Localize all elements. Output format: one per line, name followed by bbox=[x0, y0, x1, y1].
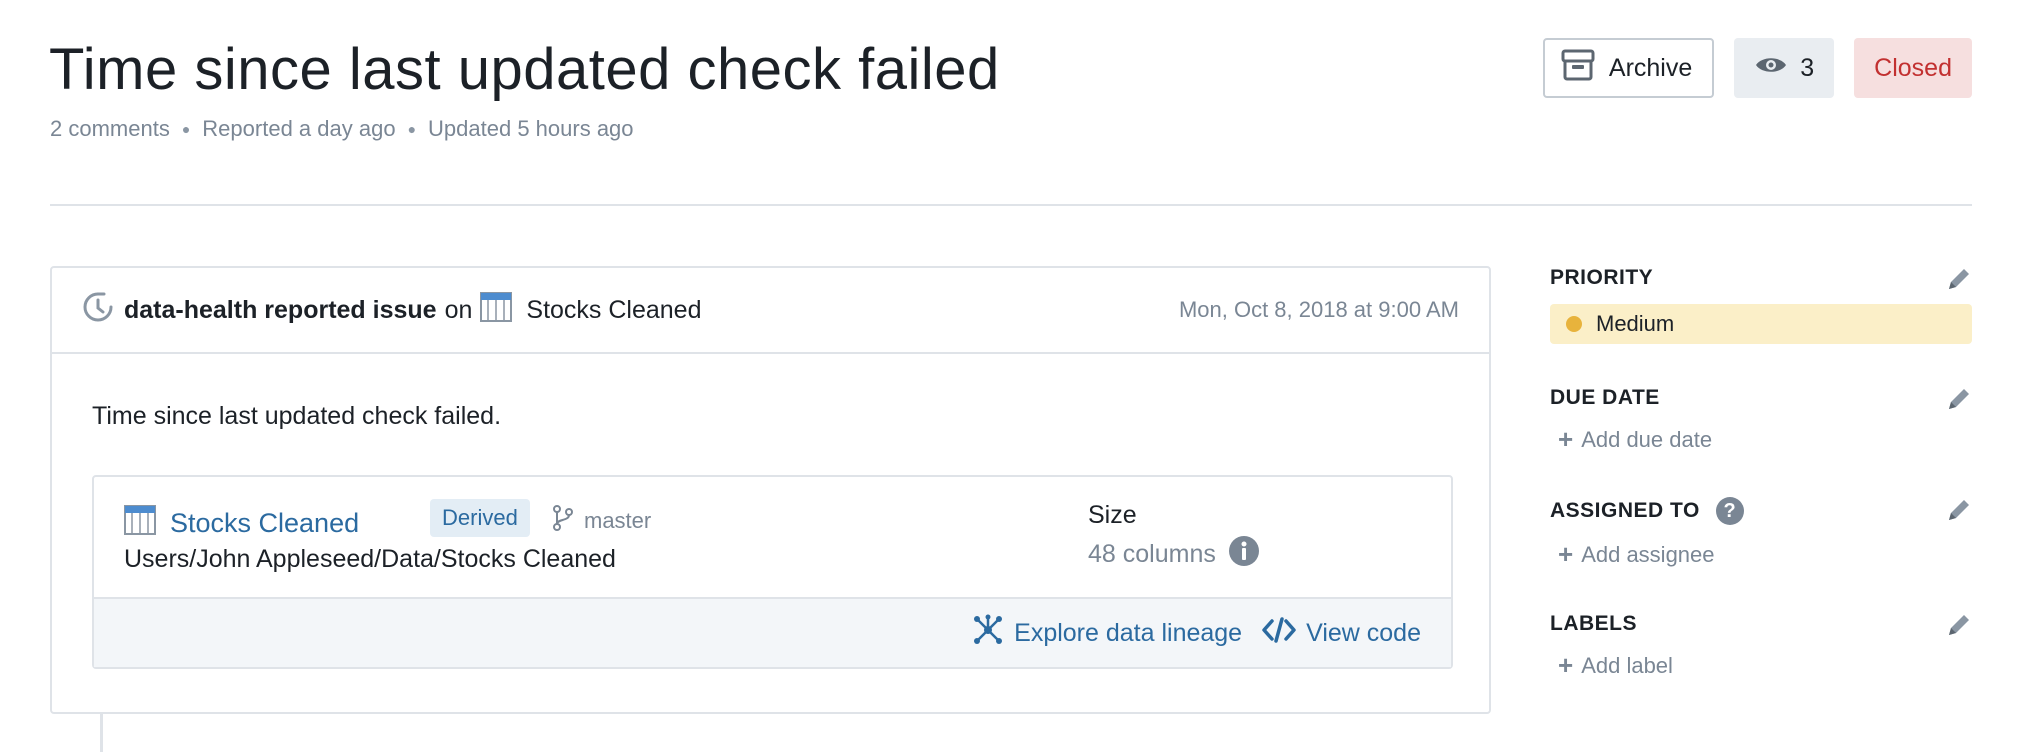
add-due-date-link[interactable]: + Add due date bbox=[1558, 424, 1972, 455]
priority-title-text: PRIORITY bbox=[1550, 266, 1654, 289]
event-actor[interactable]: data-health reported issue bbox=[124, 296, 437, 325]
timeline-connector bbox=[100, 714, 103, 752]
derived-badge: Derived bbox=[430, 499, 530, 537]
issue-event-card: data-health reported issue on Stocks Cle… bbox=[50, 266, 1491, 714]
eye-icon bbox=[1754, 54, 1788, 83]
add-label-link[interactable]: + Add label bbox=[1558, 650, 1972, 681]
issue-page: Time since last updated check failed 2 c… bbox=[0, 0, 2022, 752]
add-label-label: Add label bbox=[1581, 652, 1673, 678]
archive-icon bbox=[1561, 49, 1595, 88]
branch-name: master bbox=[584, 508, 652, 533]
issue-meta: 2 comments ● Reported a day ago ● Update… bbox=[50, 116, 634, 142]
watchers-button[interactable]: 3 bbox=[1734, 38, 1835, 98]
branch-indicator: master bbox=[552, 505, 651, 537]
code-icon bbox=[1262, 616, 1296, 650]
health-check-icon bbox=[82, 291, 114, 330]
event-timestamp: Mon, Oct 8, 2018 at 9:00 AM bbox=[1178, 297, 1459, 322]
size-label: Size bbox=[1088, 501, 1137, 529]
help-icon[interactable]: ? bbox=[1715, 497, 1744, 525]
dataset-preview-info: Stocks Cleaned Derived master Users/John… bbox=[94, 477, 1451, 597]
assigned-title: ASSIGNED TO ? bbox=[1550, 497, 1972, 525]
add-due-date-label: Add due date bbox=[1581, 426, 1713, 452]
priority-value[interactable]: Medium bbox=[1550, 304, 1972, 344]
assigned-section: ASSIGNED TO ? + Add assignee bbox=[1550, 497, 1972, 570]
header-actions: Archive 3 Closed bbox=[1542, 38, 1972, 98]
event-on: on bbox=[444, 295, 473, 324]
priority-label: Medium bbox=[1596, 311, 1675, 336]
edit-assignee-pencil-icon[interactable] bbox=[1946, 497, 1972, 528]
archive-label: Archive bbox=[1608, 53, 1693, 82]
separator-dot: ● bbox=[181, 121, 191, 137]
priority-title: PRIORITY bbox=[1550, 266, 1972, 290]
dataset-preview-actions: Explore data lineage View code bbox=[94, 597, 1451, 667]
add-assignee-link[interactable]: + Add assignee bbox=[1558, 539, 1972, 570]
info-icon[interactable] bbox=[1228, 535, 1260, 574]
view-code-link[interactable]: View code bbox=[1262, 616, 1421, 650]
branch-icon bbox=[552, 505, 574, 537]
reported-time: Reported a day ago bbox=[202, 116, 396, 141]
column-count: 48 columns bbox=[1088, 540, 1216, 568]
due-date-title-text: DUE DATE bbox=[1550, 386, 1660, 409]
dataset-preview: Stocks Cleaned Derived master Users/John… bbox=[92, 475, 1453, 669]
assigned-title-text: ASSIGNED TO bbox=[1550, 499, 1700, 522]
event-description: Time since last updated check failed. bbox=[92, 402, 502, 430]
dataset-link[interactable]: Stocks Cleaned bbox=[124, 505, 359, 542]
plus-icon: + bbox=[1558, 650, 1574, 680]
due-date-title: DUE DATE bbox=[1550, 386, 1972, 410]
add-assignee-label: Add assignee bbox=[1581, 541, 1715, 567]
due-date-section: DUE DATE + Add due date bbox=[1550, 386, 1972, 455]
edit-priority-pencil-icon[interactable] bbox=[1946, 266, 1972, 297]
edit-labels-pencil-icon[interactable] bbox=[1946, 612, 1972, 643]
header-divider bbox=[50, 204, 1972, 206]
comment-count[interactable]: 2 comments bbox=[50, 116, 170, 142]
lineage-icon bbox=[972, 614, 1004, 653]
view-code-label: View code bbox=[1306, 618, 1421, 647]
labels-title: LABELS bbox=[1550, 612, 1972, 636]
separator-dot: ● bbox=[407, 121, 417, 137]
edit-due-date-pencil-icon[interactable] bbox=[1946, 386, 1972, 417]
priority-section: PRIORITY Medium bbox=[1550, 266, 1972, 344]
event-header: data-health reported issue on Stocks Cle… bbox=[52, 268, 1489, 354]
explore-lineage-label: Explore data lineage bbox=[1014, 618, 1243, 647]
dataset-name: Stocks Cleaned bbox=[170, 508, 360, 538]
dataset-path: Users/John Appleseed/Data/Stocks Cleaned bbox=[124, 545, 616, 573]
updated-time: Updated 5 hours ago bbox=[428, 116, 634, 141]
issue-sidebar: PRIORITY Medium DUE DATE + Add due date … bbox=[1550, 266, 1972, 681]
plus-icon: + bbox=[1558, 539, 1574, 569]
labels-section: LABELS + Add label bbox=[1550, 612, 1972, 681]
status-label: Closed bbox=[1874, 53, 1952, 82]
explore-lineage-link[interactable]: Explore data lineage bbox=[972, 614, 1242, 653]
event-dataset-link[interactable]: Stocks Cleaned bbox=[526, 296, 701, 325]
labels-title-text: LABELS bbox=[1550, 612, 1637, 635]
size-value: 48 columns bbox=[1088, 535, 1260, 574]
event-body: Time since last updated check failed. St… bbox=[52, 354, 1489, 669]
issue-title: Time since last updated check failed bbox=[49, 37, 1000, 102]
plus-icon: + bbox=[1558, 424, 1574, 454]
watcher-count: 3 bbox=[1800, 53, 1815, 82]
dataset-table-icon bbox=[480, 291, 513, 329]
dataset-table-icon bbox=[124, 505, 156, 542]
priority-dot-icon bbox=[1566, 316, 1582, 332]
status-badge[interactable]: Closed bbox=[1854, 38, 1972, 98]
archive-button[interactable]: Archive bbox=[1542, 38, 1715, 98]
